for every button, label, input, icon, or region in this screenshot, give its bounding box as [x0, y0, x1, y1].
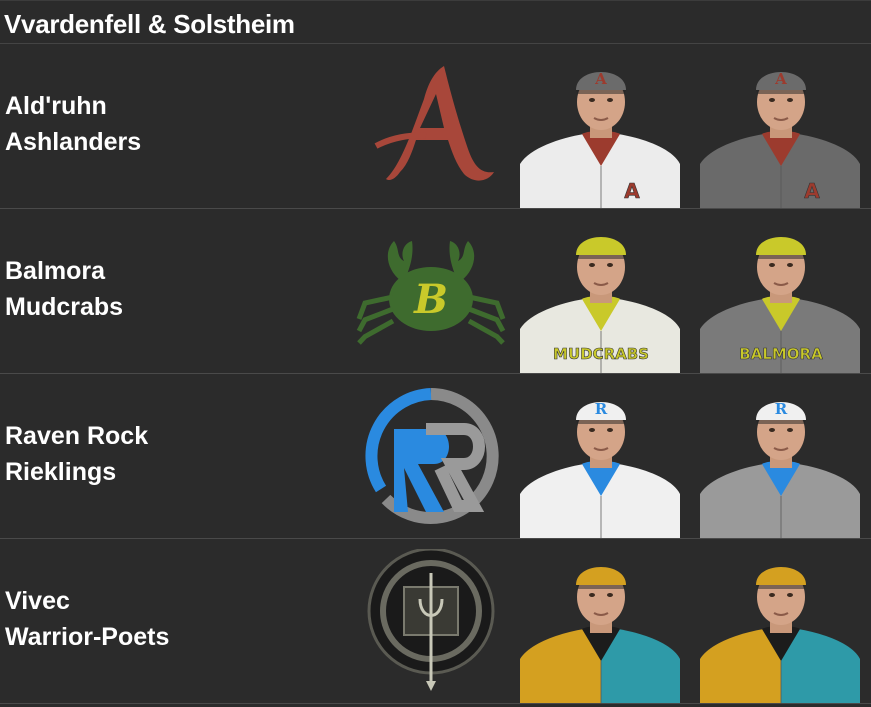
team-name: Balmora Mudcrabs: [5, 253, 123, 325]
home-uniform: MUDCRABS: [520, 237, 680, 373]
jersey-lettering: A: [804, 179, 820, 203]
team-nickname: Ashlanders: [5, 128, 142, 156]
cap-letter: R: [595, 400, 608, 418]
team-logo: [367, 549, 495, 691]
away-uniform-render: AA: [700, 70, 860, 208]
away-uniform: R: [700, 400, 860, 538]
rr-logo-icon: [365, 388, 499, 524]
logo-letter: B: [413, 276, 448, 323]
division-title: Vvardenfell & Solstheim: [0, 0, 871, 44]
team-city: Vivec: [5, 587, 70, 615]
team-name: Ald'ruhn Ashlanders: [5, 88, 141, 160]
jersey-lettering: A: [624, 179, 640, 203]
home-uniform-render: AA: [520, 70, 680, 208]
team-list: Ald'ruhn Ashlanders A A A A Balmora Mudcrabs B MU…: [0, 44, 871, 704]
team-row: Raven Rock Rieklings R R: [0, 374, 871, 539]
team-row: Ald'ruhn Ashlanders A A A A: [0, 44, 871, 209]
home-uniform-render: R: [520, 400, 680, 538]
cap-letter: A: [594, 70, 607, 88]
away-uniform-render: [700, 567, 860, 703]
away-uniform-render: R: [700, 400, 860, 538]
away-uniform: [700, 567, 860, 703]
away-uniform: AA: [700, 70, 860, 208]
team-logo: B: [356, 241, 506, 345]
team-name: Raven Rock Rieklings: [5, 418, 148, 490]
gothic-a-logo-icon: [374, 66, 494, 181]
team-row: Balmora Mudcrabs B MUDCRABS BALMORA: [0, 209, 871, 374]
team-city: Ald'ruhn: [5, 92, 107, 120]
jersey-lettering: MUDCRABS: [553, 345, 649, 363]
team-nickname: Warrior-Poets: [5, 623, 170, 651]
team-city: Raven Rock: [5, 422, 149, 450]
team-row: Vivec Warrior-Poets: [0, 539, 871, 704]
cap: [756, 567, 806, 585]
team-name: Vivec Warrior-Poets: [5, 583, 169, 655]
away-uniform-render: BALMORA: [700, 237, 860, 373]
team-logo: [374, 66, 494, 181]
cap: [576, 567, 626, 585]
home-uniform-render: MUDCRABS: [520, 237, 680, 373]
home-uniform: R: [520, 400, 680, 538]
crab-logo-icon: B: [356, 241, 506, 345]
home-uniform: AA: [520, 70, 680, 208]
team-logo: [365, 388, 499, 524]
page: Vvardenfell & Solstheim Ald'ruhn Ashlande…: [0, 0, 871, 707]
cap-letter: R: [775, 400, 788, 418]
home-uniform-render: [520, 567, 680, 703]
team-nickname: Rieklings: [5, 458, 117, 486]
seal-logo-icon: [367, 549, 495, 691]
cap-letter: A: [774, 70, 787, 88]
team-nickname: Mudcrabs: [5, 293, 124, 321]
cap: [576, 237, 626, 255]
jersey-lettering: BALMORA: [739, 345, 823, 363]
cap: [756, 237, 806, 255]
away-uniform: BALMORA: [700, 237, 860, 373]
team-city: Balmora: [5, 257, 106, 285]
home-uniform: [520, 567, 680, 703]
